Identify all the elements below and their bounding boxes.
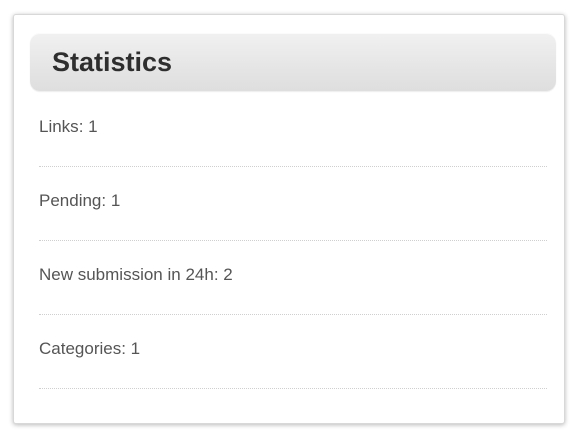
stat-links-value: 1 — [88, 117, 98, 136]
stat-row-new-submissions: New submission in 24h: 2 — [39, 241, 547, 315]
stat-links-text: Links: 1 — [39, 117, 98, 136]
stat-categories-value: 1 — [130, 339, 141, 358]
stat-row-pending: Pending: 1 — [39, 167, 547, 241]
stat-row-links: Links: 1 — [39, 93, 547, 167]
stat-new-submissions-value: 2 — [223, 265, 233, 284]
widget-title: Statistics — [52, 47, 173, 77]
stat-row-categories: Categories: 1 — [39, 315, 547, 389]
stat-categories-label: Categories — [39, 339, 122, 358]
stat-pending-label: Pending — [39, 191, 102, 210]
stat-pending-value: 1 — [110, 191, 121, 210]
stat-categories-text: Categories: 1 — [39, 339, 141, 358]
stat-links-label: Links — [39, 117, 79, 136]
widget-header: Statistics — [30, 33, 556, 91]
stat-pending-text: Pending: 1 — [39, 191, 121, 210]
stat-new-submissions-label: New submission in 24h — [39, 265, 214, 284]
page: Statistics Links: 1 Pending: 1 New submi… — [0, 0, 570, 430]
stats-list: Links: 1 Pending: 1 New submission in 24… — [39, 93, 547, 389]
statistics-widget: Statistics Links: 1 Pending: 1 New submi… — [13, 14, 565, 424]
stat-new-submissions-text: New submission in 24h: 2 — [39, 265, 233, 284]
